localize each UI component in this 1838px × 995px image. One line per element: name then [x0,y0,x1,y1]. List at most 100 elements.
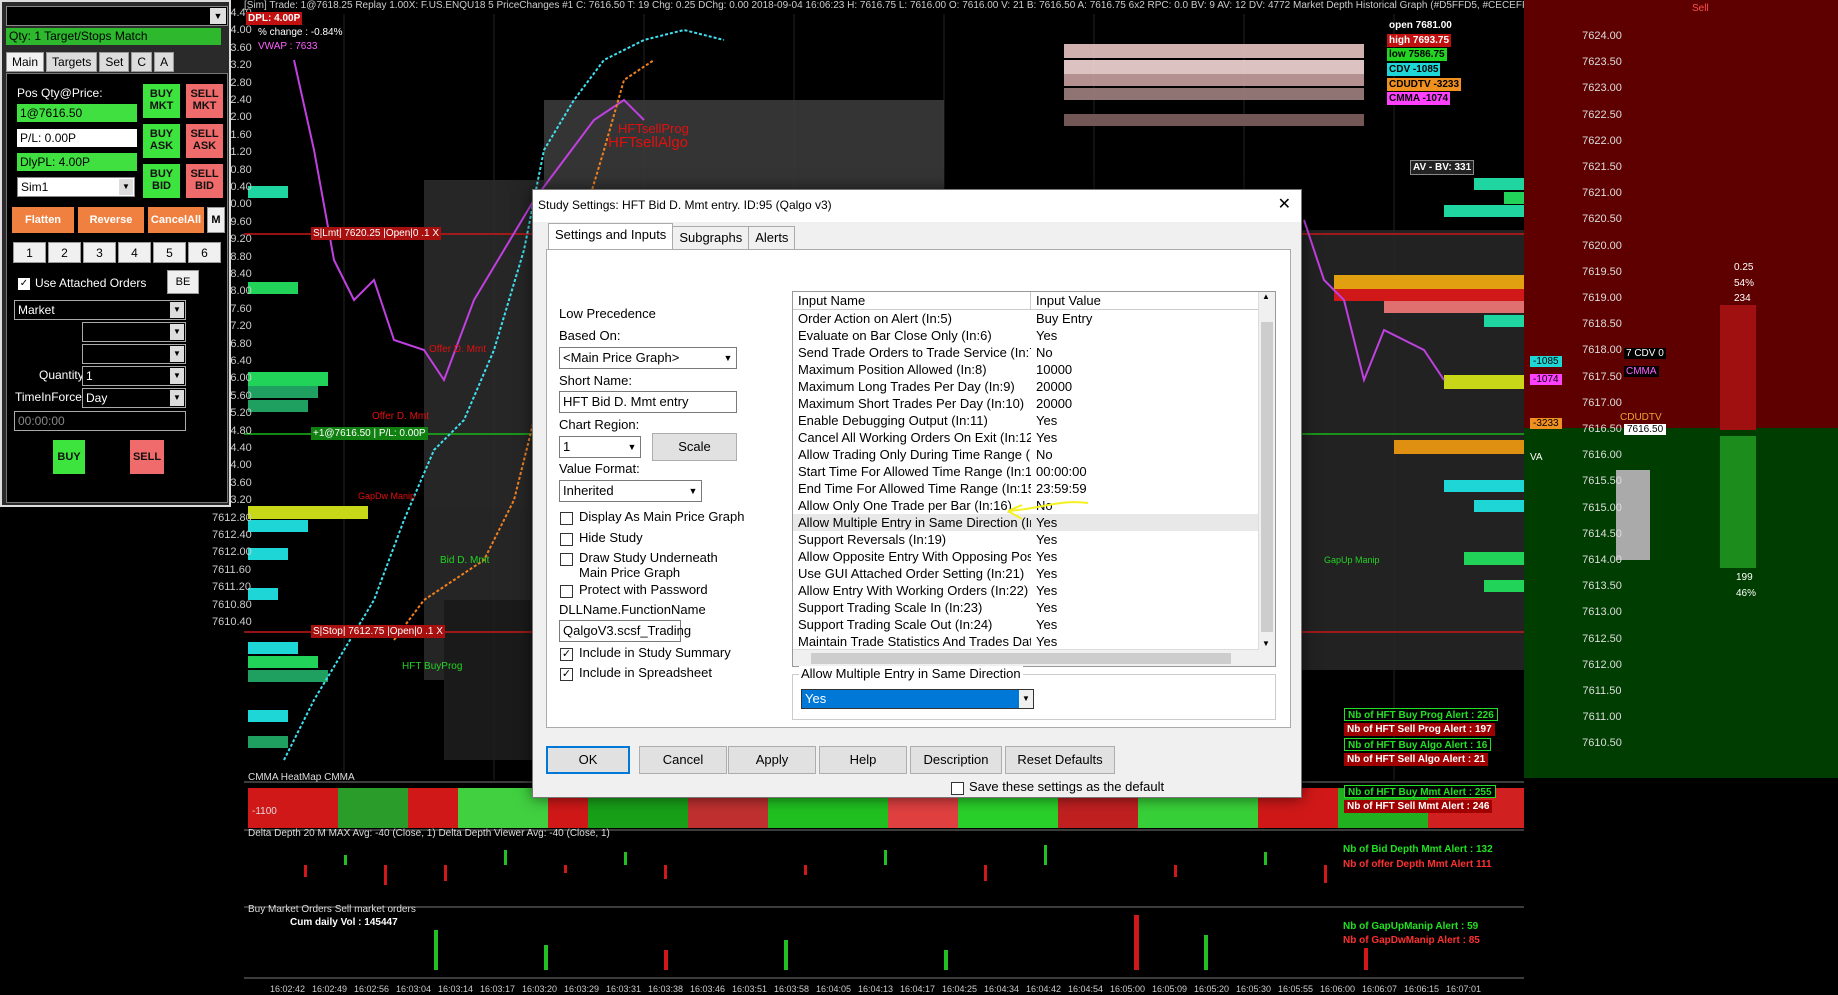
scrollbar-thumb[interactable] [1261,322,1273,632]
input-row[interactable]: Send Trade Orders to Trade Service (In:7… [793,344,1275,361]
stop-order-label[interactable]: S|Stop| 7612.75 |Open|0 .1 X [311,625,445,638]
input-row[interactable]: Maximum Position Allowed (In:8) 10000 [793,361,1275,378]
input-row[interactable]: Support Trading Scale Out (In:24) Yes [793,616,1275,633]
scale-button[interactable]: Scale [652,433,737,461]
table-vertical-scrollbar[interactable]: ▲ ▼ [1258,292,1275,666]
save-default-checkbox[interactable] [951,782,964,795]
tab-c[interactable]: C [131,52,153,72]
chevron-down-icon[interactable]: ▼ [1019,690,1033,708]
flatten-button[interactable]: Flatten [12,207,74,233]
dom-price-label[interactable]: 7617.50 [1572,371,1632,383]
input-row[interactable]: Enable Debugging Output (In:11) Yes [793,412,1275,429]
chevron-up-icon[interactable]: ▲ [1262,292,1270,301]
input-row[interactable]: Maintain Trade Statistics And Trades Dat… [793,633,1275,650]
dom-price-label[interactable]: 7616.50 [1572,423,1632,435]
protect-password-checkbox[interactable] [560,585,573,598]
input-row[interactable]: Order Action on Alert (In:5) Buy Entry [793,310,1275,327]
quantity-select[interactable]: 1 ▼ [82,366,186,386]
close-icon[interactable]: ✕ [1278,195,1291,215]
target-select[interactable]: ▼ [82,322,186,342]
description-button[interactable]: Description [910,746,1002,774]
dom-price-label[interactable]: 7615.00 [1572,502,1632,514]
buy-bid-button[interactable]: BUY BID [143,164,180,198]
ok-button[interactable]: OK [546,746,630,774]
chart-region-select[interactable]: 1 ▼ [559,436,641,458]
dom-ladder[interactable]: Sell 7616.50 -1085 7 CDV 0 -1074 CMMA -3… [1524,0,1838,995]
reverse-button[interactable]: Reverse [78,207,144,233]
qty-button-1[interactable]: 1 [13,242,46,263]
chevron-down-icon[interactable]: ▼ [170,368,184,384]
table-horizontal-scrollbar[interactable] [793,649,1259,666]
dom-price-label[interactable]: 7614.00 [1572,554,1632,566]
order-type-select[interactable]: Market ▼ [14,300,186,320]
reset-defaults-button[interactable]: Reset Defaults [1005,746,1115,774]
dom-price-label[interactable]: 7618.00 [1572,344,1632,356]
input-row[interactable]: Allow Opposite Entry With Opposing Posit… [793,548,1275,565]
limit-order-label[interactable]: S|Lmt| 7620.25 |Open|0 .1 X [311,227,442,240]
be-button[interactable]: BE [167,270,199,294]
dom-price-label[interactable]: 7621.50 [1572,161,1632,173]
dom-price-label[interactable]: 7615.50 [1572,475,1632,487]
chevron-down-icon[interactable]: ▼ [1262,639,1270,648]
position-label[interactable]: +1@7616.50 | P/L: 0.00P [311,427,428,440]
stop-select[interactable]: ▼ [82,344,186,364]
chevron-down-icon[interactable]: ▼ [685,481,701,501]
tif-select[interactable]: Day ▼ [82,388,186,408]
input-row[interactable]: Evaluate on Bar Close Only (In:6) Yes [793,327,1275,344]
dom-price-label[interactable]: 7612.50 [1572,633,1632,645]
m-button[interactable]: M [207,207,225,233]
tab-main[interactable]: Main [6,52,45,72]
dom-price-label[interactable]: 7617.00 [1572,397,1632,409]
input-row[interactable]: Start Time For Allowed Time Range (In:14… [793,463,1275,480]
input-row[interactable]: Maximum Short Trades Per Day (In:10) 2000… [793,395,1275,412]
dll-input[interactable]: QalgoV3.scsf_Trading [559,620,691,642]
dom-price-label[interactable]: 7618.50 [1572,318,1632,330]
input-name-header[interactable]: Input Name [793,292,1031,309]
selected-input-select[interactable]: Yes ▼ [801,689,1034,709]
apply-button[interactable]: Apply [728,746,816,774]
input-row[interactable]: Support Reversals (In:19) Yes [793,531,1275,548]
input-row[interactable]: Support Trading Scale In (In:23) Yes [793,599,1275,616]
dom-price-label[interactable]: 7611.50 [1572,685,1632,697]
dom-price-label[interactable]: 7619.00 [1572,292,1632,304]
chevron-down-icon[interactable]: ▼ [624,437,640,457]
include-spreadsheet-checkbox[interactable]: ✓ [560,668,573,681]
help-button[interactable]: Help [819,746,907,774]
hide-study-checkbox[interactable] [560,533,573,546]
qty-button-2[interactable]: 2 [48,242,81,263]
tab-set[interactable]: Set [99,52,130,72]
sell-ask-button[interactable]: SELL ASK [186,124,223,158]
use-attached-checkbox[interactable]: ✓ [18,278,30,290]
qty-button-3[interactable]: 3 [83,242,116,263]
input-row[interactable]: Use GUI Attached Order Setting (In:21) Ye… [793,565,1275,582]
chevron-down-icon[interactable]: ▼ [170,302,184,318]
display-main-checkbox[interactable] [560,512,573,525]
buy-button[interactable]: BUY [53,440,85,474]
dom-price-label[interactable]: 7623.00 [1572,82,1632,94]
cancel-all-button[interactable]: CancelAll [148,207,204,233]
scrollbar-thumb[interactable] [811,653,1231,664]
buy-market-button[interactable]: BUY MKT [143,84,180,118]
chevron-down-icon[interactable]: ▼ [170,346,184,362]
sell-market-button[interactable]: SELL MKT [186,84,223,118]
chevron-down-icon[interactable]: ▼ [170,390,184,406]
inputs-table[interactable]: Input Name Input Value Order Action on A… [792,291,1276,667]
buy-ask-button[interactable]: BUY ASK [143,124,180,158]
dom-price-label[interactable]: 7619.50 [1572,266,1632,278]
dom-price-label[interactable]: 7621.00 [1572,187,1632,199]
input-value-header[interactable]: Input Value [1031,292,1259,309]
tab-settings-and-inputs[interactable]: Settings and Inputs [548,223,674,249]
input-row[interactable]: Maximum Long Trades Per Day (In:9) 20000 [793,378,1275,395]
chevron-down-icon[interactable]: ▼ [210,8,226,24]
dom-price-label[interactable]: 7623.50 [1572,56,1632,68]
dom-price-label[interactable]: 7620.50 [1572,213,1632,225]
dom-price-label[interactable]: 7624.00 [1572,30,1632,42]
time-input[interactable]: 00:00:00 [14,411,186,431]
sell-button[interactable]: SELL [130,440,164,474]
dom-price-label[interactable]: 7620.00 [1572,240,1632,252]
include-summary-checkbox[interactable]: ✓ [560,648,573,661]
qty-button-6[interactable]: 6 [188,242,221,263]
cancel-button[interactable]: Cancel [639,746,727,774]
dom-price-label[interactable]: 7610.50 [1572,737,1632,749]
draw-underneath-checkbox[interactable] [560,553,573,566]
